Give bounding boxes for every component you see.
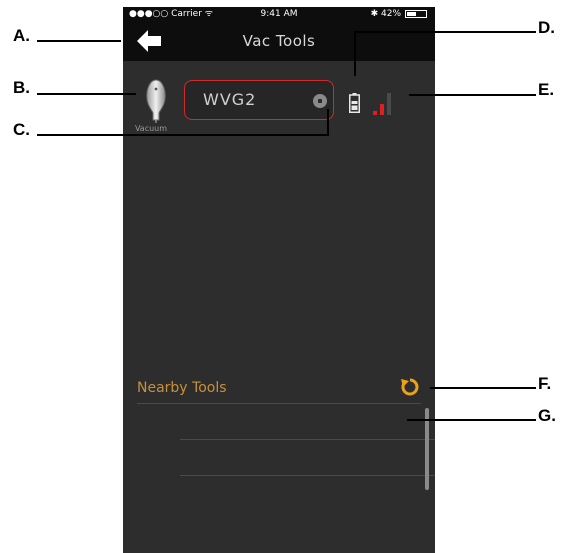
- nav-bar: Vac Tools: [123, 21, 435, 61]
- clear-icon[interactable]: [313, 94, 327, 108]
- callout-label-g: G.: [538, 406, 556, 425]
- status-battery-icon: [405, 10, 427, 18]
- battery-icon: [349, 93, 360, 113]
- callout-label-f: F.: [538, 374, 552, 393]
- leader-line-a: [37, 40, 121, 42]
- callout-label-d: D.: [538, 18, 555, 37]
- tool-name-value: WVG2: [203, 90, 257, 109]
- vacuum-tool-icon[interactable]: [143, 79, 169, 123]
- leader-line-f: [430, 387, 536, 389]
- refresh-icon[interactable]: [399, 376, 421, 398]
- signal-strength-icon: [373, 93, 395, 115]
- leader-line-e: [409, 94, 536, 96]
- list-item-divider: [180, 475, 435, 476]
- nearby-tools-title: Nearby Tools: [137, 380, 227, 396]
- callout-label-a: A.: [13, 26, 30, 45]
- tool-label: Vacuum: [134, 124, 168, 133]
- status-battery-text: ✱ 42%: [370, 9, 401, 19]
- callout-label-c: C.: [13, 120, 30, 139]
- leader-line-g: [407, 419, 536, 421]
- leader-line-c-vertical: [327, 109, 329, 136]
- leader-line-d-vertical: [354, 31, 356, 76]
- callout-label-e: E.: [538, 80, 555, 99]
- leader-line-b: [37, 93, 136, 95]
- section-divider: [137, 403, 421, 404]
- page-title: Vac Tools: [242, 32, 316, 50]
- leader-line-d: [354, 31, 536, 33]
- app-screen: ●●●○○ Carrier ᯤ 9:41 AM ✱ 42% Vac Tools: [123, 7, 435, 553]
- callout-label-b: B.: [13, 78, 30, 97]
- status-bar: ●●●○○ Carrier ᯤ 9:41 AM ✱ 42%: [123, 7, 435, 21]
- list-item-divider: [180, 439, 435, 440]
- tool-name-field[interactable]: WVG2: [184, 80, 334, 120]
- leader-line-c: [37, 134, 329, 136]
